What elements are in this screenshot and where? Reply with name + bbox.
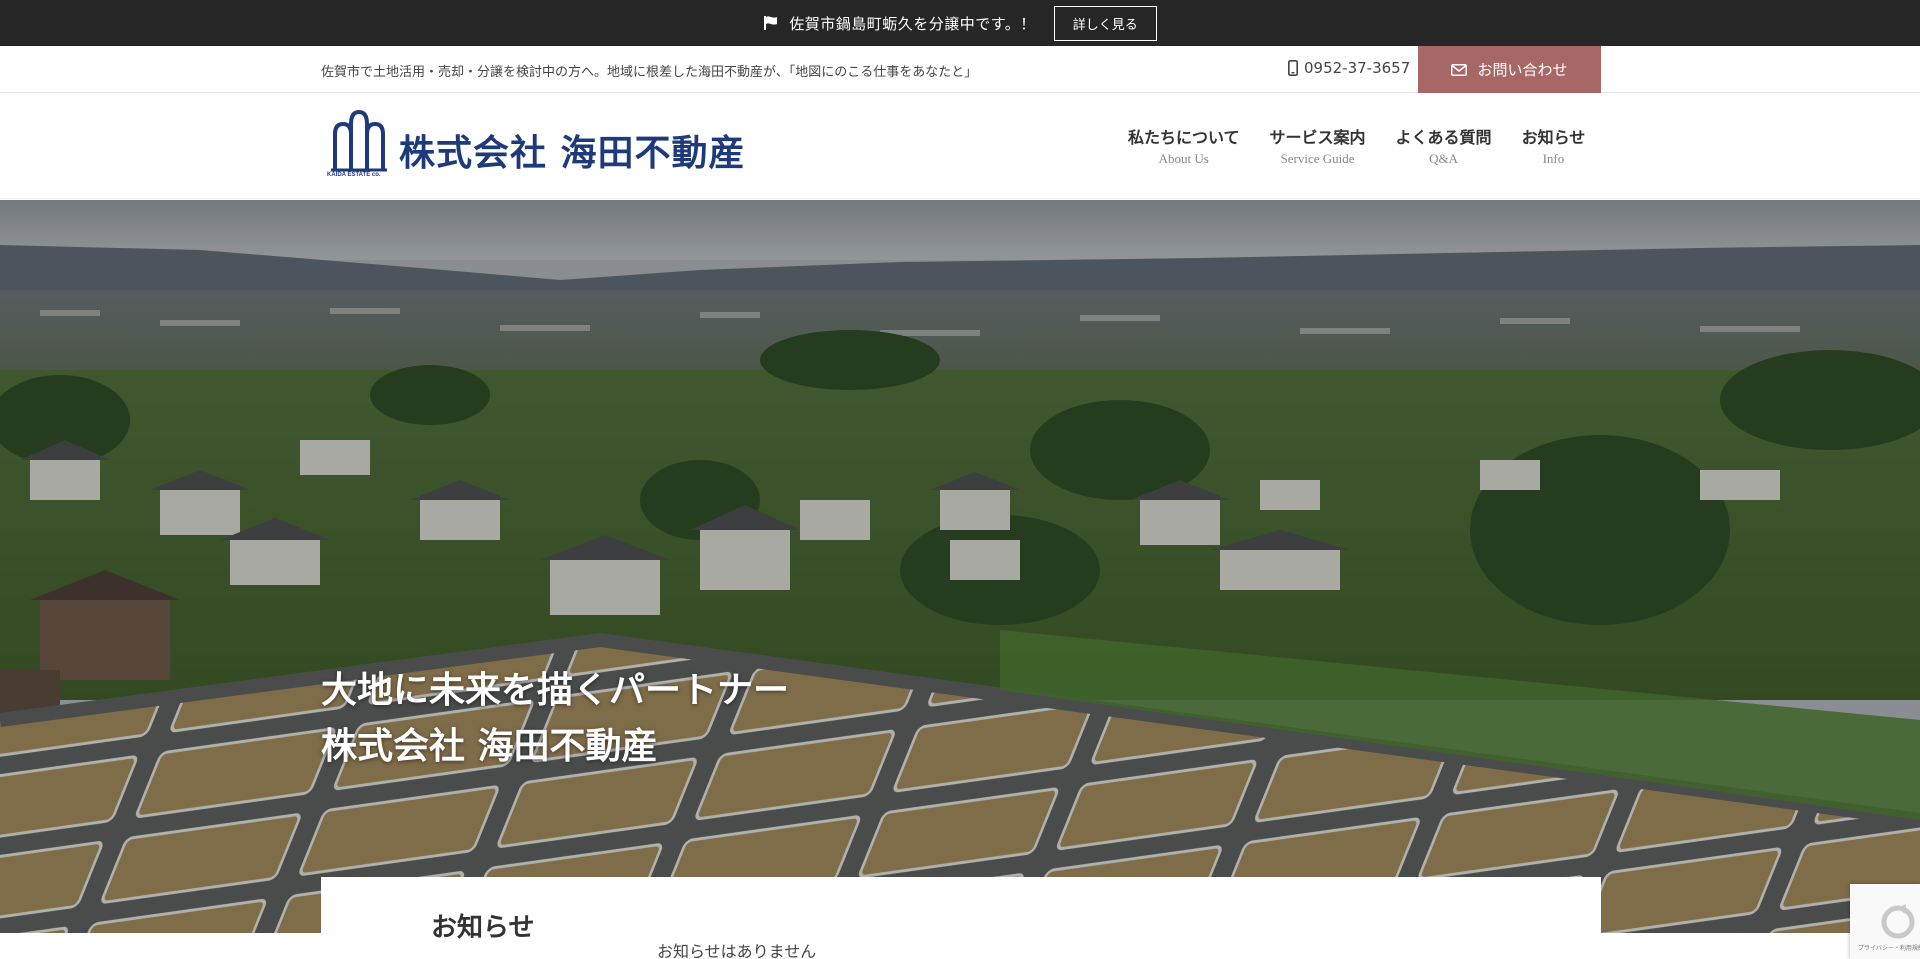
info-strip: 佐賀市で土地活用・売却・分譲を検討中の方へ。地域に根差した海田不動産が、「地図に… <box>0 46 1920 93</box>
hero-section: 大地に未来を描くパートナー 株式会社 海田不動産 <box>0 200 1920 933</box>
detail-button[interactable]: 詳しく見る <box>1053 5 1157 41</box>
nav-label-en: About Us <box>1158 151 1209 166</box>
nav-label-jp: サービス案内 <box>1269 128 1366 147</box>
recaptcha-badge[interactable]: プライバシー・利用規約 <box>1850 884 1920 959</box>
hero-line-2: 株式会社 海田不動産 <box>321 725 658 767</box>
building-logo-icon <box>331 109 387 172</box>
announcement-bar: 佐賀市鍋島町蛎久を分譲中です。！ 詳しく見る <box>0 0 1920 46</box>
contact-label: お問い合わせ <box>1477 61 1568 79</box>
envelope-icon <box>1451 63 1468 76</box>
hero-line-1: 大地に未来を描くパートナー <box>321 669 790 711</box>
nav-item-service[interactable]: サービス案内 Service Guide <box>1270 124 1366 167</box>
logo-mark: KAIDA ESTATE co. <box>327 109 395 182</box>
nav-label-jp: よくある質問 <box>1395 128 1492 147</box>
mobile-phone-icon <box>1288 60 1298 76</box>
recaptcha-icon <box>1881 904 1915 939</box>
site-header: KAIDA ESTATE co. 株式会社 海田不動産 私たちについて Abou… <box>0 94 1920 199</box>
nav-label-en: Info <box>1542 151 1565 166</box>
nav-label-en: Service Guide <box>1280 151 1355 166</box>
nav-item-qa[interactable]: よくある質問 Q&A <box>1396 124 1492 167</box>
phone-link[interactable]: 0952-37-3657 <box>1288 59 1410 77</box>
nav-item-about[interactable]: 私たちについて About Us <box>1128 124 1240 167</box>
hero-copy: 大地に未来を描くパートナー 株式会社 海田不動産 <box>321 662 789 774</box>
main-nav: 私たちについて About Us サービス案内 Service Guide よく… <box>1128 124 1585 167</box>
site-logo[interactable]: KAIDA ESTATE co. 株式会社 海田不動産 <box>327 109 746 182</box>
phone-number: 0952-37-3657 <box>1304 59 1411 77</box>
news-title: お知らせ <box>431 913 535 943</box>
nav-label-en: Q&A <box>1429 151 1458 166</box>
flag-icon <box>764 16 778 30</box>
recaptcha-text: プライバシー・利用規約 <box>1858 945 1920 952</box>
news-empty-message: お知らせはありません <box>657 942 817 959</box>
hero-overlay <box>0 200 1920 933</box>
contact-button[interactable]: お問い合わせ <box>1418 46 1601 93</box>
news-section: お知らせ お知らせはありません <box>321 877 1601 959</box>
nav-item-info[interactable]: お知らせ Info <box>1522 124 1586 167</box>
logo-subtext: KAIDA ESTATE co. <box>327 172 381 178</box>
nav-label-jp: お知らせ <box>1521 128 1586 147</box>
tagline: 佐賀市で土地活用・売却・分譲を検討中の方へ。地域に根差した海田不動産が、「地図に… <box>321 65 978 80</box>
logo-company-name: 株式会社 海田不動産 <box>399 133 746 174</box>
announcement-message: 佐賀市鍋島町蛎久を分譲中です。！ <box>789 14 1036 33</box>
nav-label-jp: 私たちについて <box>1128 128 1240 147</box>
